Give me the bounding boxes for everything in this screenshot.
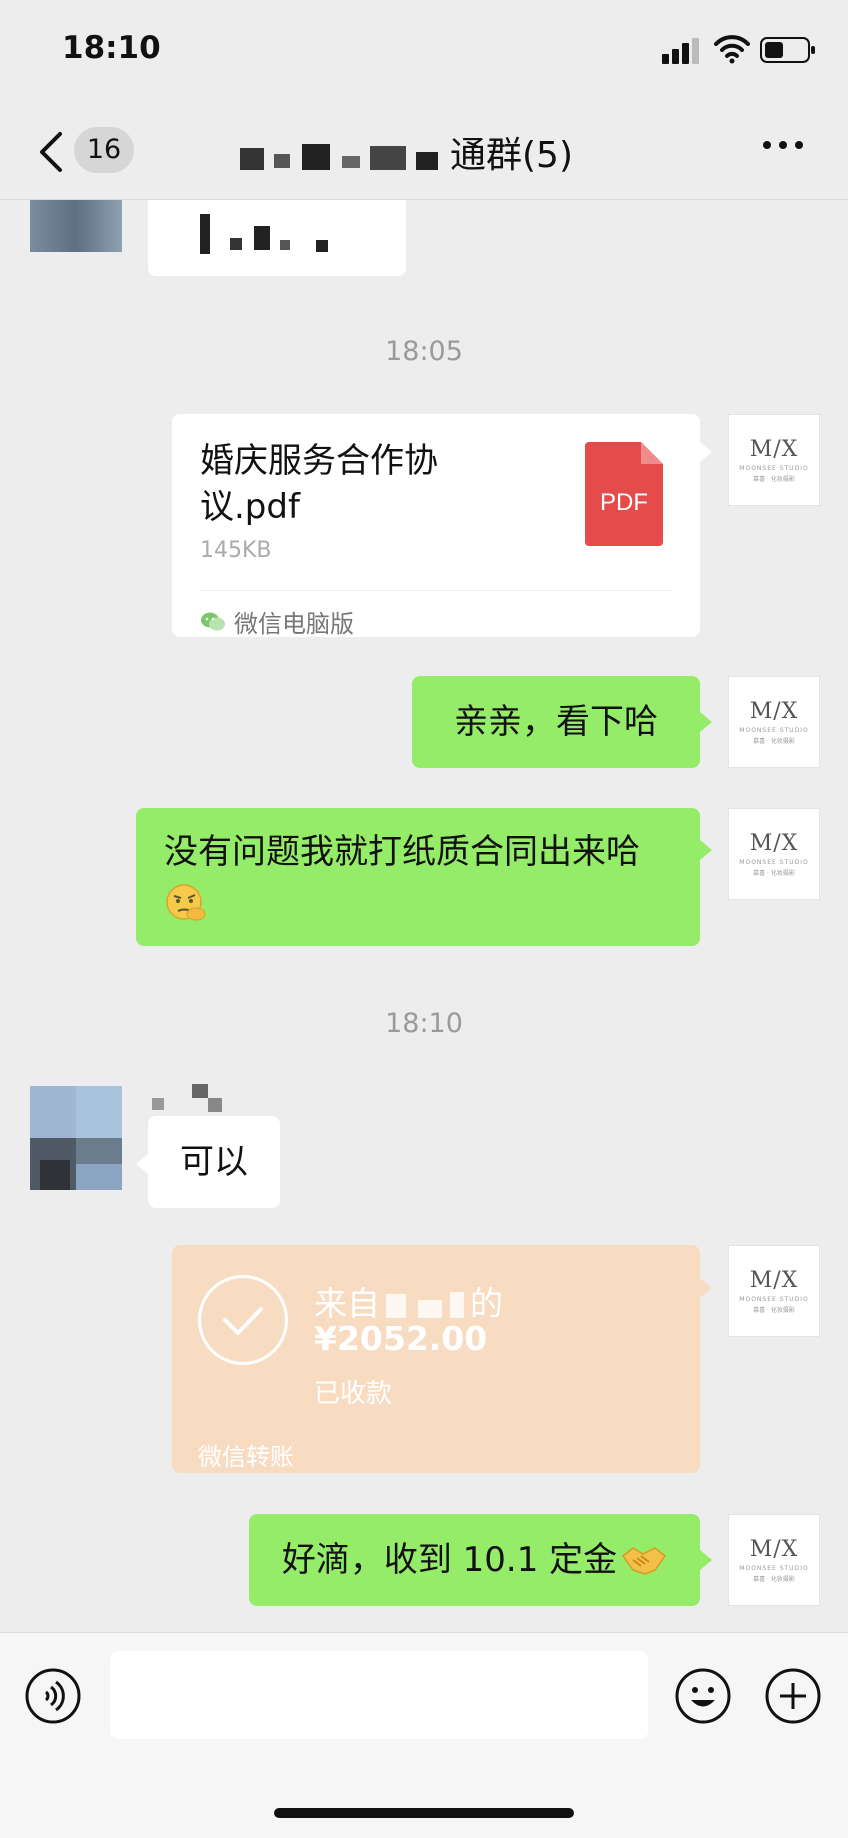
plus-icon[interactable]: [764, 1667, 822, 1725]
pdf-label: PDF: [600, 489, 648, 516]
message-text: 没有问题我就打纸质合同出来哈: [164, 832, 640, 872]
message-bubble[interactable]: 亲亲，看下哈: [412, 676, 700, 768]
timestamp: 18:10: [385, 1008, 463, 1039]
message-bubble-partial[interactable]: [148, 200, 406, 276]
transfer-card[interactable]: 来自 的 ¥2052.00 已收款 微信转账: [172, 1245, 700, 1473]
transfer-from: 来自 的: [314, 1277, 503, 1325]
message-bubble[interactable]: 没有问题我就打纸质合同出来哈: [136, 808, 700, 946]
avatar-studio-cn: 慕喜 · 化妆摄影: [753, 738, 795, 745]
nav-divider: [0, 199, 848, 200]
my-avatar[interactable]: M/X MOONSEE STUDIO 慕喜 · 化妆摄影: [728, 808, 820, 900]
avatar-studio-cn: 慕喜 · 化妆摄影: [753, 476, 795, 483]
wifi-icon: [714, 35, 750, 64]
bubble-tail: [136, 1154, 148, 1174]
more-icon[interactable]: [762, 140, 804, 150]
check-circle-icon: [198, 1275, 288, 1365]
avatar-logo: M/X: [749, 1537, 799, 1562]
pdf-file-icon: PDF: [585, 442, 663, 546]
bubble-tail: [700, 1550, 712, 1570]
emoji-icon[interactable]: [674, 1667, 732, 1725]
message-text: 好滴，收到 10.1 定金: [281, 1540, 618, 1580]
avatar-studio: MOONSEE STUDIO: [739, 1296, 809, 1303]
thinking-emoji: [166, 883, 206, 921]
wechat-icon: [201, 612, 225, 630]
battery-icon: [760, 37, 815, 63]
bubble-tail: [700, 442, 712, 462]
title-text: 通群(5): [450, 135, 573, 176]
avatar-studio: MOONSEE STUDIO: [739, 465, 809, 472]
message-input[interactable]: [110, 1651, 648, 1739]
avatar-studio-cn: 慕喜 · 化妆摄影: [753, 1576, 795, 1583]
bubble-tail: [700, 1278, 712, 1298]
message-bubble[interactable]: 可以: [148, 1116, 280, 1208]
transfer-amount: ¥2052.00: [314, 1319, 488, 1358]
unread-count-badge[interactable]: 16: [74, 127, 134, 173]
signal-icon: [662, 38, 699, 64]
sender-avatar-top[interactable]: [30, 200, 122, 252]
file-size: 145KB: [200, 538, 272, 563]
my-avatar[interactable]: M/X MOONSEE STUDIO 慕喜 · 化妆摄影: [728, 1514, 820, 1606]
blurred-sender-name: [380, 1291, 470, 1320]
transfer-from-text: 来自: [314, 1284, 380, 1323]
file-name: 婚庆服务合作协议.pdf: [200, 441, 438, 527]
avatar-studio-cn: 慕喜 · 化妆摄影: [753, 1307, 795, 1314]
bubble-tail: [700, 712, 712, 732]
avatar-logo: M/X: [749, 1268, 799, 1293]
transfer-from-suffix: 的: [470, 1284, 503, 1323]
my-avatar[interactable]: M/X MOONSEE STUDIO 慕喜 · 化妆摄影: [728, 676, 820, 768]
sender-name-blurred: [152, 1084, 232, 1114]
avatar-logo: M/X: [749, 831, 799, 856]
chevron-left-icon[interactable]: [34, 130, 68, 174]
timestamp: 18:05: [385, 336, 463, 367]
file-source-text: 微信电脑版: [234, 610, 354, 638]
avatar-logo: M/X: [749, 437, 799, 462]
voice-icon[interactable]: [24, 1667, 82, 1725]
blurred-group-name: [230, 142, 450, 172]
avatar-studio-cn: 慕喜 · 化妆摄影: [753, 870, 795, 877]
avatar-logo: M/X: [749, 699, 799, 724]
file-source: 微信电脑版: [200, 604, 354, 639]
transfer-status: 已收款: [314, 1379, 393, 1409]
home-indicator: [274, 1808, 574, 1818]
message-text: 亲亲，看下哈: [454, 702, 658, 742]
avatar-studio: MOONSEE STUDIO: [739, 1565, 809, 1572]
file-divider: [200, 590, 672, 591]
page-title: 通群(5): [230, 126, 650, 178]
transfer-type: 微信转账: [198, 1443, 294, 1471]
status-time: 18:10: [62, 30, 161, 66]
file-message-card[interactable]: 婚庆服务合作协议.pdf 145KB PDF 微信电脑版: [172, 414, 700, 639]
my-avatar[interactable]: M/X MOONSEE STUDIO 慕喜 · 化妆摄影: [728, 414, 820, 506]
sender-avatar[interactable]: [30, 1086, 122, 1190]
message-bubble[interactable]: 好滴，收到 10.1 定金: [249, 1514, 700, 1606]
avatar-studio: MOONSEE STUDIO: [739, 727, 809, 734]
avatar-studio: MOONSEE STUDIO: [739, 859, 809, 866]
message-text: 可以: [180, 1142, 248, 1182]
handshake-emoji: [622, 1547, 667, 1575]
bubble-tail: [700, 840, 712, 860]
my-avatar[interactable]: M/X MOONSEE STUDIO 慕喜 · 化妆摄影: [728, 1245, 820, 1337]
